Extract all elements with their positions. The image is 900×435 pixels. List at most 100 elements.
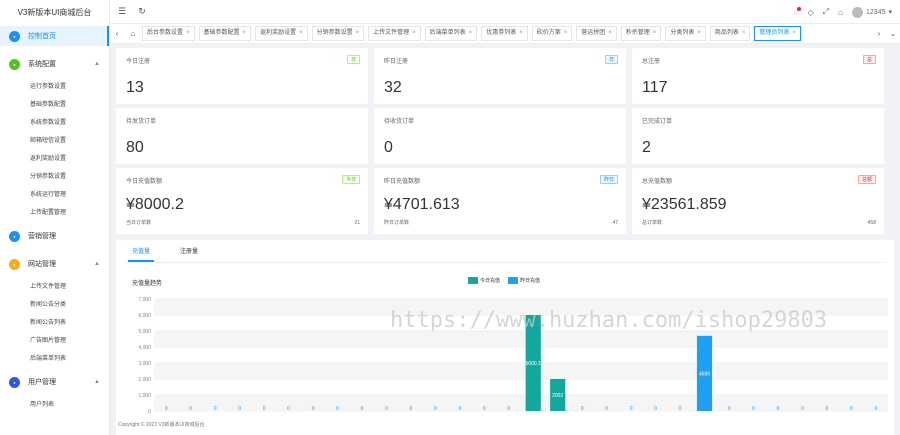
close-icon[interactable]: × xyxy=(299,30,303,36)
tab-label: 分类列表 xyxy=(670,30,695,36)
close-icon[interactable]: × xyxy=(412,30,416,36)
close-icon[interactable]: × xyxy=(186,30,190,36)
data-label: 0 xyxy=(238,406,241,412)
avatar xyxy=(852,6,864,18)
sidebar-item[interactable]: 广告图片管理 xyxy=(0,332,109,350)
sidebar-group-2[interactable]: ● 营销管理 xyxy=(0,226,109,246)
tab-6[interactable]: 优惠劵列表 × xyxy=(481,26,528,41)
data-label: 0 xyxy=(385,406,388,412)
tab-7[interactable]: 砍价方案 × xyxy=(531,26,573,41)
tab-11[interactable]: 商品列表 × xyxy=(709,26,751,41)
user-icon: ● xyxy=(9,376,20,388)
tab-label: 营运拼团 xyxy=(581,30,606,36)
tab-9[interactable]: 秒杀管理 × xyxy=(620,26,662,41)
grid-band xyxy=(154,331,888,347)
tab-8[interactable]: 营运拼团 × xyxy=(576,26,617,41)
tab-recharge[interactable]: 充值量 xyxy=(128,243,155,262)
close-icon[interactable]: × xyxy=(742,30,746,36)
tab-10[interactable]: 分类列表 × xyxy=(665,26,706,41)
tab-label: 返利奖励设置 xyxy=(260,30,297,36)
close-icon[interactable]: × xyxy=(469,30,473,36)
y-tick-label: 3,000 xyxy=(138,361,151,367)
close-icon[interactable]: × xyxy=(564,30,568,36)
tabs-scroll-left-icon[interactable]: ‹ xyxy=(110,29,124,38)
sidebar-item[interactable]: 系统运行管理 xyxy=(0,186,109,204)
refresh-icon[interactable]: ↻ xyxy=(134,6,150,17)
sidebar-item[interactable]: 邮箱短信设置 xyxy=(0,132,109,150)
sidebar-item[interactable]: 新闻公告分类 xyxy=(0,296,109,314)
legend-swatch xyxy=(508,277,519,284)
close-icon[interactable]: × xyxy=(356,30,360,36)
sidebar-item[interactable]: 后端菜单列表 xyxy=(0,350,109,368)
close-icon[interactable]: × xyxy=(792,30,796,36)
close-icon[interactable]: × xyxy=(608,30,612,36)
y-tick-label: 0 xyxy=(148,409,151,415)
data-label: 0 xyxy=(287,406,290,412)
tab-0[interactable]: 后台参数设置 × xyxy=(142,26,195,41)
app-title: V3新版本UI商城后台 xyxy=(17,8,92,17)
sidebar-group-1[interactable]: ● 系统配置 ▲ xyxy=(0,54,109,74)
data-label: 0 xyxy=(312,406,315,412)
stat-card-footer-label: 昨日订单数 xyxy=(384,220,410,226)
stat-card-footer-label: 当日订单数 xyxy=(126,220,152,226)
top-bar-actions: ◌ ◇ ⤢ ⌂ 12345 ▾ xyxy=(794,0,892,24)
sidebar-item[interactable]: 基础参数配置 xyxy=(0,96,109,114)
stat-card-value: ¥8000.2 xyxy=(126,196,184,213)
stat-card-value: 117 xyxy=(642,79,668,96)
tag-icon[interactable]: ◇ xyxy=(808,8,814,17)
close-icon[interactable]: × xyxy=(653,30,657,36)
tabs-divider xyxy=(124,262,886,263)
gear-icon: ● xyxy=(9,58,20,70)
stat-card: 昨日注册 日 32 xyxy=(374,48,626,104)
tab-label: 上传文件管理 xyxy=(373,30,410,36)
tabs-more-icon[interactable]: ⌄ xyxy=(886,29,900,38)
tab-12[interactable]: 管理员列表 × xyxy=(754,26,801,41)
sidebar-menu: ● 控制首页 ● 系统配置 ▲ 运行参数设置 基础参数配置 系统参数设置 邮箱短信设置 返利奖励设… xyxy=(0,26,109,418)
sidebar-item[interactable]: 系统参数设置 xyxy=(0,114,109,132)
sidebar-item[interactable]: 返利奖励设置 xyxy=(0,150,109,168)
fullscreen-icon[interactable]: ⤢ xyxy=(823,7,829,17)
sidebar-group-3[interactable]: ● 网站管理 ▲ xyxy=(0,254,109,274)
sidebar-group-0[interactable]: ● 控制首页 xyxy=(0,26,109,46)
sidebar-group-label: 控制首页 xyxy=(28,33,56,40)
tabs-scroll-right-icon[interactable]: › xyxy=(872,29,886,38)
close-icon[interactable]: × xyxy=(519,30,523,36)
y-tick-label: 7,000 xyxy=(138,297,151,303)
tab-5[interactable]: 后端菜单列表 × xyxy=(424,26,478,41)
tab-home-icon[interactable]: ⌂ xyxy=(124,29,142,38)
stat-card-footer-value: 21 xyxy=(354,220,360,226)
sidebar-item[interactable]: 上传文件管理 xyxy=(0,278,109,296)
sidebar-item[interactable]: 运行参数设置 xyxy=(0,78,109,96)
menu-toggle-icon[interactable]: ☰ xyxy=(114,6,130,17)
data-label: 0 xyxy=(361,406,364,412)
chevron-up-icon: ▲ xyxy=(94,379,100,385)
sidebar-item[interactable]: 分销参数设置 xyxy=(0,168,109,186)
sidebar-item[interactable]: 上传配置管理 xyxy=(0,204,109,222)
sidebar-item[interactable]: 用户列表 xyxy=(0,396,109,414)
home-icon[interactable]: ⌂ xyxy=(838,8,843,17)
tab-register[interactable]: 注册量 xyxy=(176,243,202,262)
tab-4[interactable]: 上传文件管理 × xyxy=(368,26,421,41)
tab-2[interactable]: 返利奖励设置 × xyxy=(255,26,308,41)
stat-card-footer-value: 458 xyxy=(867,220,876,226)
close-icon[interactable]: × xyxy=(243,30,247,36)
tab-label: 砍价方案 xyxy=(536,30,561,36)
sidebar-item[interactable]: 新闻公告列表 xyxy=(0,314,109,332)
tab-label: 后台参数设置 xyxy=(147,30,184,36)
data-label: 4699 xyxy=(699,371,710,377)
data-label: 0 xyxy=(483,406,486,412)
tab-3[interactable]: 分销参数设置 × xyxy=(311,26,365,41)
tab-1[interactable]: 基础参数配置 × xyxy=(198,26,252,41)
copyright: Copyright © 2023 V3新版本UI商城后台 xyxy=(118,422,205,428)
user-menu[interactable]: 12345 ▾ xyxy=(852,6,892,18)
stat-card-tag: 总 xyxy=(862,55,876,64)
notification-icon[interactable]: ◌ xyxy=(794,6,801,17)
tabs-bar: ‹ ⌂ 后台参数设置 × 基础参数配置 × 返利奖励设置 × 分销参数设置 × 上传文件管理 × 后… xyxy=(110,24,900,44)
legend-item[interactable]: 昨日充值 xyxy=(508,277,540,284)
sidebar-group-label: 网站管理 xyxy=(28,261,56,268)
home-icon: ● xyxy=(9,30,20,42)
close-icon[interactable]: × xyxy=(697,30,701,36)
data-label: 0 xyxy=(605,406,608,412)
sidebar-group-4[interactable]: ● 用户管理 ▲ xyxy=(0,372,109,392)
legend-item[interactable]: 今日充值 xyxy=(468,277,500,284)
